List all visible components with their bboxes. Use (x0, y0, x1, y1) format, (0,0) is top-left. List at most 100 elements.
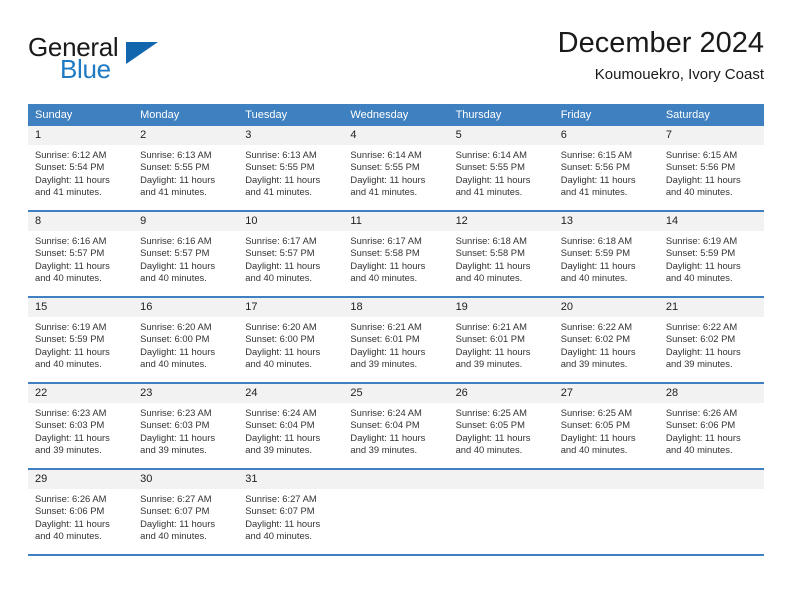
weekday-header-sunday: Sunday (28, 104, 134, 126)
day-number: 18 (343, 298, 449, 317)
calendar-body: 1 Sunrise: 6:12 AM Sunset: 5:54 PM Daylight… (28, 126, 764, 555)
day-cell[interactable]: 12 Sunrise: 6:18 AM Sunset: 5:58 PM Dayligh… (448, 211, 554, 297)
daylight-text-line2: and 40 minutes. (35, 357, 102, 369)
weekday-header-tuesday: Tuesday (238, 104, 344, 126)
day-number (658, 470, 764, 489)
page-subtitle: Koumouekro, Ivory Coast (594, 66, 764, 83)
day-cell[interactable]: 9 Sunrise: 6:16 AM Sunset: 5:57 PM Daylight… (133, 211, 239, 297)
day-number: 3 (238, 126, 344, 145)
sunset-text: Sunset: 6:07 PM (140, 505, 210, 517)
day-cell[interactable]: 28 Sunrise: 6:26 AM Sunset: 6:06 PM Dayligh… (658, 383, 764, 469)
daylight-text-line1: Daylight: 11 hours (455, 345, 531, 357)
day-cell[interactable]: 8 Sunrise: 6:16 AM Sunset: 5:57 PM Daylight… (28, 211, 134, 297)
sunrise-text: Sunrise: 6:20 AM (245, 321, 317, 332)
day-number: 28 (658, 384, 764, 403)
daylight-text-line2: and 39 minutes. (350, 357, 418, 369)
day-cell[interactable]: 21 Sunrise: 6:22 AM Sunset: 6:02 PM Dayligh… (658, 297, 764, 383)
sunrise-text: Sunrise: 6:22 AM (560, 321, 633, 332)
day-cell[interactable]: 2 Sunrise: 6:13 AM Sunset: 5:55 PM Daylight… (133, 126, 239, 211)
day-cell[interactable]: 18 Sunrise: 6:21 AM Sunset: 6:01 PM Dayligh… (343, 297, 449, 383)
daylight-text-line1: Daylight: 11 hours (245, 431, 321, 443)
daylight-text-line1: Daylight: 11 hours (350, 345, 426, 357)
day-cell[interactable]: 31 Sunrise: 6:27 AM Sunset: 6:07 PM Dayligh… (238, 469, 344, 555)
day-number: 5 (448, 126, 554, 145)
sun-calendar-table: Sunday Monday Tuesday Wednesday Thursday… (28, 104, 764, 556)
day-number: 14 (658, 212, 764, 231)
day-number (448, 470, 554, 489)
day-cell[interactable]: 15 Sunrise: 6:19 AM Sunset: 5:59 PM Dayligh… (28, 297, 134, 383)
day-cell[interactable]: 29 Sunrise: 6:26 AM Sunset: 6:06 PM Dayligh… (28, 469, 134, 555)
sunrise-text: Sunrise: 6:17 AM (350, 235, 422, 246)
sunset-text: Sunset: 5:57 PM (245, 247, 315, 259)
day-number (553, 470, 659, 489)
day-cell[interactable]: 7 Sunrise: 6:15 AM Sunset: 5:56 PM Daylight… (658, 126, 764, 211)
daylight-text-line1: Daylight: 11 hours (35, 431, 110, 443)
day-cell[interactable]: 4 Sunrise: 6:14 AM Sunset: 5:55 PM Daylight… (343, 126, 449, 211)
day-cell[interactable]: 16 Sunrise: 6:20 AM Sunset: 6:00 PM Dayligh… (133, 297, 239, 383)
day-cell[interactable]: 22 Sunrise: 6:23 AM Sunset: 6:03 PM Dayligh… (28, 383, 134, 469)
day-cell[interactable]: 30 Sunrise: 6:27 AM Sunset: 6:07 PM Dayligh… (133, 469, 239, 555)
day-cell-empty (343, 469, 449, 555)
daylight-text-line1: Daylight: 11 hours (350, 173, 426, 185)
day-cell[interactable]: 5 Sunrise: 6:14 AM Sunset: 5:55 PM Daylight… (448, 126, 554, 211)
sunset-text: Sunset: 5:58 PM (455, 247, 525, 259)
day-number: 20 (553, 298, 659, 317)
day-cell[interactable]: 27 Sunrise: 6:25 AM Sunset: 6:05 PM Dayligh… (553, 383, 659, 469)
sunset-text: Sunset: 6:03 PM (140, 419, 210, 431)
daylight-text-line2: and 40 minutes. (665, 271, 733, 283)
day-cell[interactable]: 10 Sunrise: 6:17 AM Sunset: 5:57 PM Dayligh… (238, 211, 344, 297)
weekday-header-friday: Friday (553, 104, 659, 126)
daylight-text-line2: and 41 minutes. (350, 185, 418, 197)
page-header: General Blue December 2024 Koumouekro, I… (28, 26, 764, 98)
calendar-week-row: 22 Sunrise: 6:23 AM Sunset: 6:03 PM Dayligh… (28, 383, 764, 469)
day-cell[interactable]: 24 Sunrise: 6:24 AM Sunset: 6:04 PM Dayligh… (238, 383, 344, 469)
calendar-week-row: 8 Sunrise: 6:16 AM Sunset: 5:57 PM Daylight… (28, 211, 764, 297)
day-number: 25 (343, 384, 449, 403)
sunset-text: Sunset: 6:05 PM (560, 419, 631, 431)
day-cell[interactable]: 17 Sunrise: 6:20 AM Sunset: 6:00 PM Dayligh… (238, 297, 344, 383)
calendar-page: General Blue December 2024 Koumouekro, I… (0, 0, 792, 612)
daylight-text-line2: and 40 minutes. (560, 271, 628, 283)
daylight-text-line1: Daylight: 11 hours (455, 431, 531, 443)
day-cell-empty (658, 469, 764, 555)
sunset-text: Sunset: 6:00 PM (140, 333, 210, 345)
daylight-text-line1: Daylight: 11 hours (350, 431, 426, 443)
sunrise-text: Sunrise: 6:26 AM (665, 407, 738, 418)
daylight-text-line1: Daylight: 11 hours (560, 345, 636, 357)
day-cell[interactable]: 19 Sunrise: 6:21 AM Sunset: 6:01 PM Dayligh… (448, 297, 554, 383)
day-number: 11 (343, 212, 449, 231)
daylight-text-line2: and 40 minutes. (665, 185, 733, 197)
day-cell[interactable]: 26 Sunrise: 6:25 AM Sunset: 6:05 PM Dayligh… (448, 383, 554, 469)
daylight-text-line2: and 40 minutes. (665, 443, 733, 455)
day-cell[interactable]: 20 Sunrise: 6:22 AM Sunset: 6:02 PM Dayligh… (553, 297, 659, 383)
day-cell[interactable]: 23 Sunrise: 6:23 AM Sunset: 6:03 PM Dayligh… (133, 383, 239, 469)
sunrise-text: Sunrise: 6:19 AM (665, 235, 738, 246)
sunrise-text: Sunrise: 6:12 AM (35, 149, 107, 160)
daylight-text-line1: Daylight: 11 hours (455, 173, 531, 185)
daylight-text-line1: Daylight: 11 hours (665, 345, 741, 357)
daylight-text-line1: Daylight: 11 hours (665, 173, 741, 185)
day-cell[interactable]: 13 Sunrise: 6:18 AM Sunset: 5:59 PM Dayligh… (553, 211, 659, 297)
day-cell[interactable]: 25 Sunrise: 6:24 AM Sunset: 6:04 PM Dayligh… (343, 383, 449, 469)
daylight-text-line1: Daylight: 11 hours (350, 259, 426, 271)
calendar-week-row: 29 Sunrise: 6:26 AM Sunset: 6:06 PM Dayligh… (28, 469, 764, 555)
day-cell[interactable]: 6 Sunrise: 6:15 AM Sunset: 5:56 PM Daylight… (553, 126, 659, 211)
day-cell[interactable]: 14 Sunrise: 6:19 AM Sunset: 5:59 PM Dayligh… (658, 211, 764, 297)
day-cell[interactable]: 1 Sunrise: 6:12 AM Sunset: 5:54 PM Daylight… (28, 126, 134, 211)
daylight-text-line1: Daylight: 11 hours (35, 345, 110, 357)
calendar-week-row: 1 Sunrise: 6:12 AM Sunset: 5:54 PM Daylight… (28, 126, 764, 211)
sunrise-text: Sunrise: 6:23 AM (35, 407, 107, 418)
daylight-text-line1: Daylight: 11 hours (245, 259, 321, 271)
sunrise-text: Sunrise: 6:27 AM (140, 493, 212, 504)
day-number: 4 (343, 126, 449, 145)
logo-text-blue: Blue (60, 54, 111, 84)
day-number: 6 (553, 126, 659, 145)
daylight-text-line2: and 41 minutes. (455, 185, 523, 197)
day-cell[interactable]: 11 Sunrise: 6:17 AM Sunset: 5:58 PM Dayligh… (343, 211, 449, 297)
sunrise-text: Sunrise: 6:26 AM (35, 493, 107, 504)
sunset-text: Sunset: 6:07 PM (245, 505, 315, 517)
daylight-text-line1: Daylight: 11 hours (140, 517, 216, 529)
daylight-text-line1: Daylight: 11 hours (140, 259, 216, 271)
day-cell[interactable]: 3 Sunrise: 6:13 AM Sunset: 5:55 PM Daylight… (238, 126, 344, 211)
daylight-text-line2: and 40 minutes. (350, 271, 418, 283)
